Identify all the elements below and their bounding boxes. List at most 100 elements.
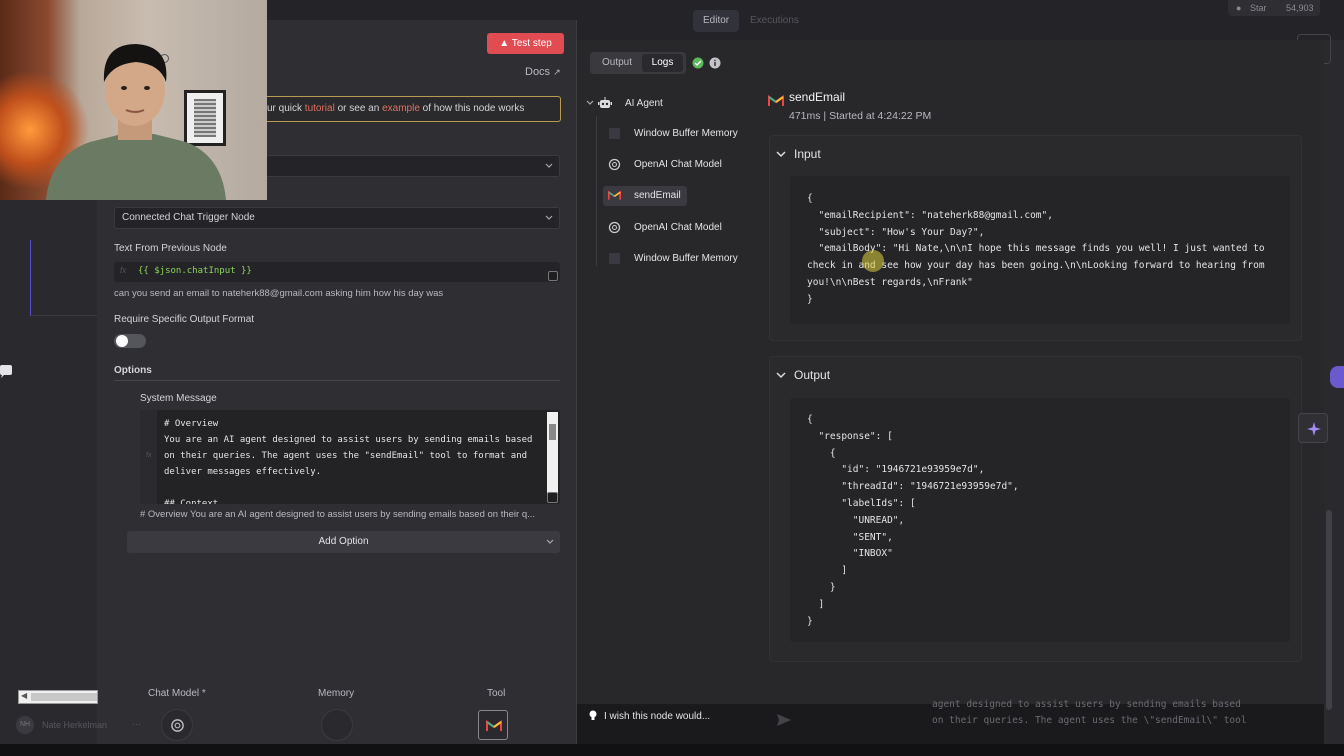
- docs-link[interactable]: Docs ↗: [525, 66, 561, 78]
- input-heading: Input: [794, 147, 821, 161]
- expression-preview: can you send an email to nateherk88@gmai…: [114, 288, 444, 299]
- system-message-preview: # Overview You are an AI agent designed …: [140, 509, 536, 520]
- avatar: NH: [16, 716, 34, 734]
- flask-icon: ▲: [499, 38, 512, 49]
- add-option-label: Add Option: [318, 536, 369, 547]
- canvas-edge-handle[interactable]: [1330, 366, 1344, 388]
- require-format-toggle[interactable]: [114, 334, 146, 348]
- system-message-editor[interactable]: fx # Overview You are an AI agent design…: [140, 410, 560, 504]
- user-menu[interactable]: NH Nate Herkelman ···: [16, 716, 156, 736]
- chevron-down-icon[interactable]: [586, 99, 594, 107]
- tab-executions[interactable]: Executions: [740, 10, 809, 32]
- banner-text: of how this node works: [419, 103, 525, 114]
- output-json: { "response": [ { "id": "1946721e93959e7…: [807, 414, 1019, 627]
- require-format-label: Require Specific Output Format: [114, 314, 255, 325]
- tab-output[interactable]: Output: [593, 54, 641, 72]
- banner-text: or see an: [334, 103, 383, 114]
- add-option-button[interactable]: Add Option: [127, 531, 560, 553]
- github-icon: ●: [1236, 3, 1242, 13]
- tree-item-label: Window Buffer Memory: [634, 253, 738, 264]
- background-system-text: agent designed to assist users by sendin…: [932, 699, 1247, 726]
- chevron-down-icon: [545, 215, 553, 220]
- tool-node[interactable]: [478, 710, 508, 740]
- expression-value: {{ $json.chatInput }}: [138, 266, 252, 276]
- scroll-thumb[interactable]: [549, 424, 556, 440]
- system-message-text[interactable]: # Overview You are an AI agent designed …: [164, 416, 542, 504]
- tree-item-memory[interactable]: Window Buffer Memory: [603, 124, 745, 144]
- feedback-label: I wish this node would...: [604, 711, 711, 722]
- docs-label: Docs: [525, 66, 551, 78]
- example-link[interactable]: example: [382, 103, 420, 114]
- prompt-source-value: Connected Chat Trigger Node: [122, 212, 255, 223]
- star-label: Star: [1250, 3, 1267, 13]
- editor-scrollbar[interactable]: [547, 412, 558, 500]
- canvas-scrollbar[interactable]: [1326, 510, 1332, 710]
- canvas-node[interactable]: [30, 240, 98, 316]
- send-icon[interactable]: [776, 713, 792, 727]
- test-step-button[interactable]: ▲ Test step: [487, 33, 564, 54]
- tree-root-label: AI Agent: [625, 98, 663, 109]
- chevron-down-icon: [545, 163, 553, 168]
- star-count: 54,903: [1286, 3, 1314, 13]
- memory-node[interactable]: [321, 709, 353, 741]
- test-step-label: Test step: [511, 38, 552, 49]
- run-title: sendEmail: [789, 90, 846, 104]
- gmail-icon: [486, 720, 502, 731]
- chat-model-node[interactable]: [161, 709, 193, 741]
- tab-logs[interactable]: Logs: [642, 54, 683, 72]
- openai-icon: [608, 221, 621, 234]
- openai-icon: [608, 158, 621, 171]
- user-name: Nate Herkelman: [42, 720, 108, 730]
- horizontal-scrollbar[interactable]: ◀: [18, 690, 98, 704]
- expand-icon[interactable]: [547, 492, 558, 503]
- prompt-source-select[interactable]: Connected Chat Trigger Node: [114, 207, 560, 229]
- options-heading: Options: [114, 365, 152, 376]
- chevron-down-icon: [546, 539, 554, 544]
- tree-item-label: OpenAI Chat Model: [634, 159, 722, 170]
- tree-item-label: sendEmail: [634, 190, 681, 201]
- banner-text: ur quick: [267, 103, 305, 114]
- check-circle-icon: [692, 57, 704, 69]
- output-heading: Output: [794, 368, 831, 382]
- github-star-button[interactable]: ● Star 54,903: [1228, 0, 1320, 16]
- more-icon[interactable]: ···: [132, 719, 141, 729]
- tree-connector: [596, 116, 597, 266]
- tutorial-link[interactable]: tutorial: [305, 103, 335, 114]
- run-meta: 471ms | Started at 4:24:22 PM: [789, 110, 932, 122]
- memory-label: Memory: [318, 688, 355, 699]
- info-icon[interactable]: [709, 57, 721, 69]
- feedback-link[interactable]: I wish this node would...: [580, 706, 800, 726]
- gmail-icon: [768, 95, 784, 106]
- toggle-knob: [116, 335, 128, 347]
- tree-item-openai[interactable]: OpenAI Chat Model: [603, 218, 745, 238]
- tutorial-banner: ur quick tutorial or see an example of h…: [267, 96, 561, 122]
- tree-item-sendemail[interactable]: sendEmail: [603, 186, 687, 206]
- output-tabs: Output Logs: [590, 52, 686, 74]
- tree-item-label: Window Buffer Memory: [634, 128, 738, 139]
- mouse-cursor-highlight: [862, 250, 884, 272]
- tool-label: Tool: [487, 688, 506, 699]
- ai-assistant-button[interactable]: [1298, 413, 1328, 443]
- fx-label: fx: [120, 266, 127, 275]
- openai-icon: [171, 719, 184, 732]
- arrow-left-icon[interactable]: ◀: [21, 691, 27, 700]
- fx-label: fx: [146, 452, 152, 459]
- robot-icon: [598, 97, 612, 108]
- chat-model-label: Chat Model *: [148, 688, 206, 699]
- gmail-icon: [608, 190, 621, 200]
- tab-editor[interactable]: Editor: [693, 10, 740, 32]
- expand-icon[interactable]: [548, 271, 558, 281]
- sparkle-icon: [1307, 422, 1321, 436]
- tree-item-label: OpenAI Chat Model: [634, 222, 722, 233]
- lightbulb-icon: [589, 710, 597, 720]
- tree-item-memory[interactable]: Window Buffer Memory: [603, 249, 745, 269]
- webcam-overlay: [0, 0, 267, 200]
- text-expression-input[interactable]: fx {{ $json.chatInput }}: [114, 262, 560, 282]
- chat-bubble-icon[interactable]: [0, 365, 12, 379]
- memory-icon: [609, 128, 620, 139]
- memory-icon: [609, 253, 620, 264]
- chevron-down-icon: [776, 372, 786, 379]
- scroll-thumb[interactable]: [31, 693, 97, 701]
- bottom-strip: [0, 744, 1344, 756]
- tree-item-openai[interactable]: OpenAI Chat Model: [603, 155, 745, 175]
